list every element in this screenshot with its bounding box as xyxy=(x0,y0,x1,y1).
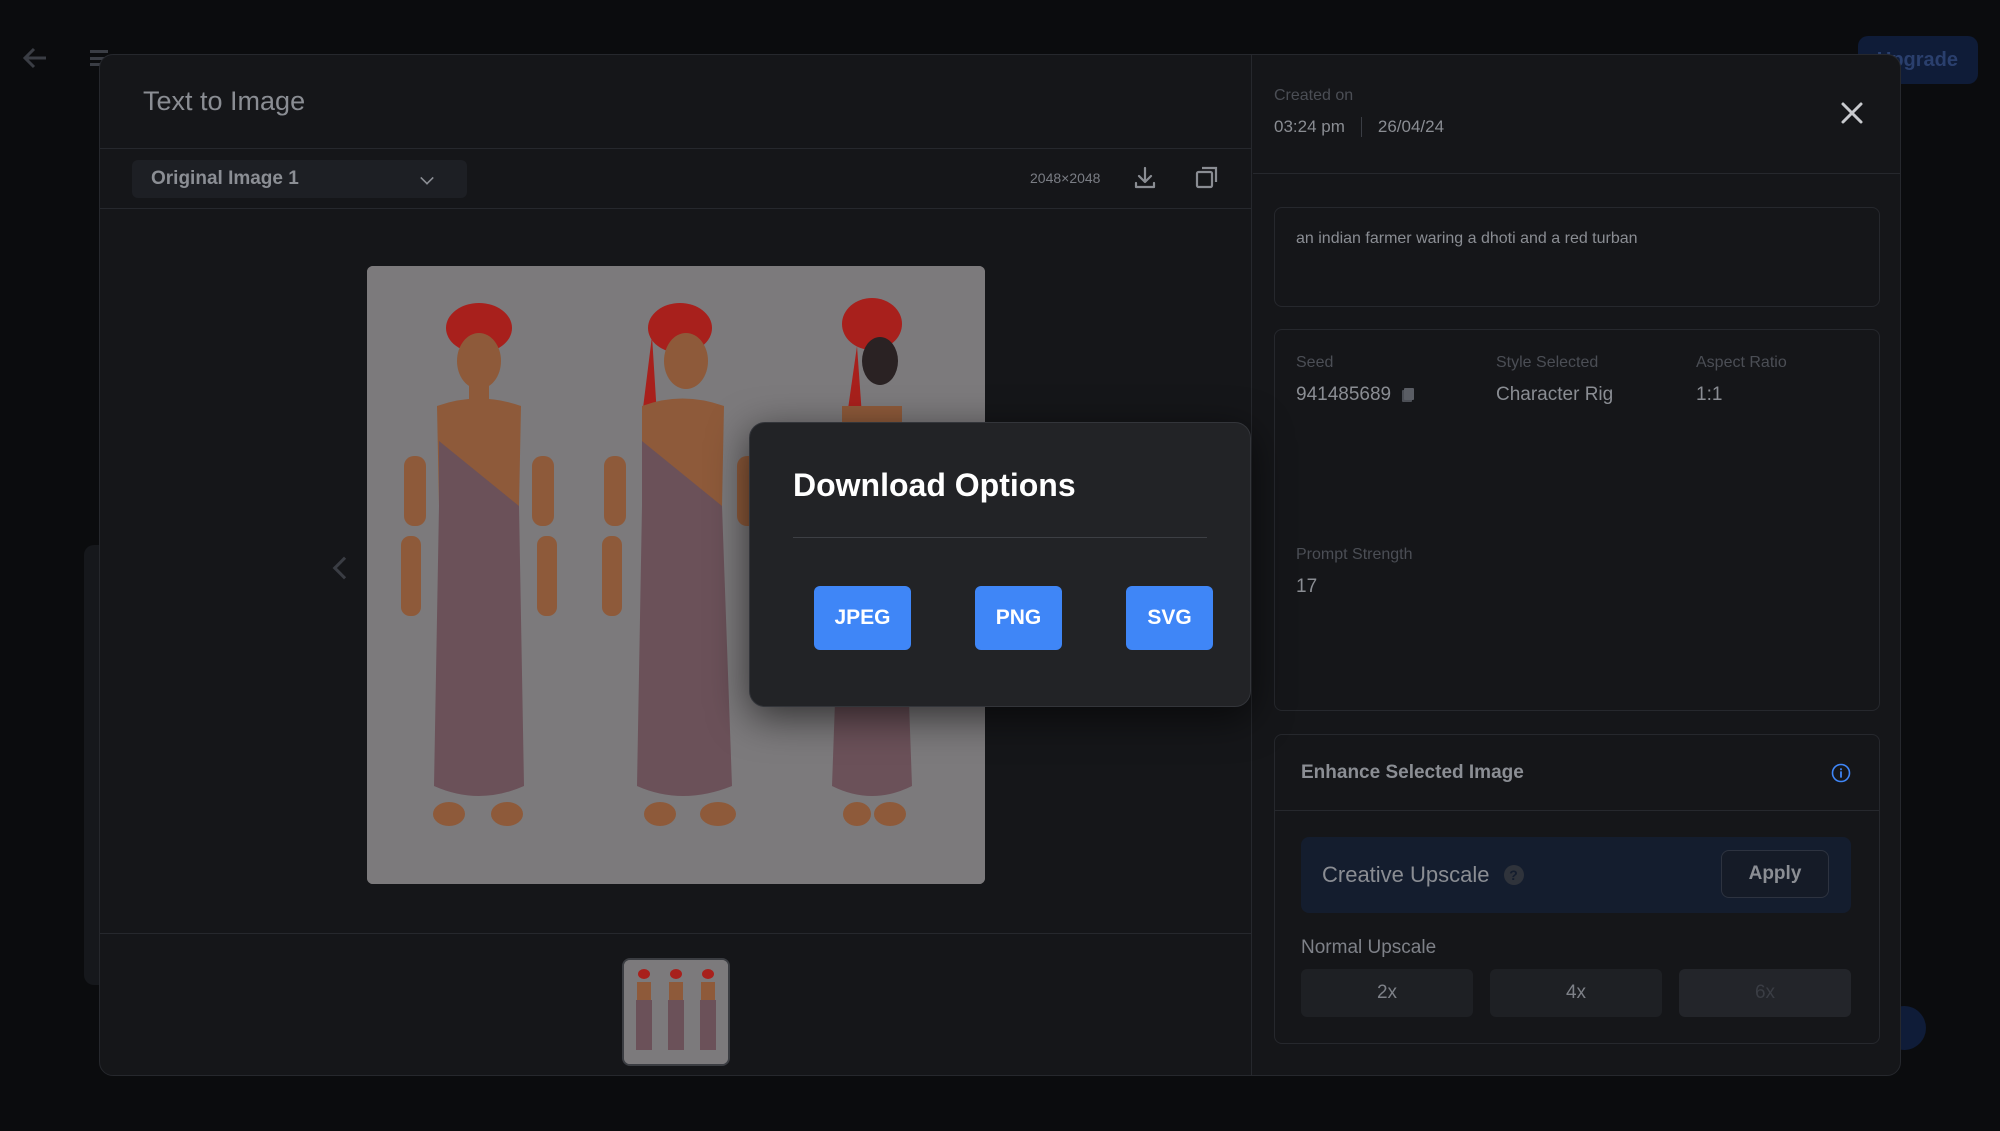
aspect-value: 1:1 xyxy=(1696,384,1723,405)
info-icon[interactable] xyxy=(1831,763,1851,783)
chevron-left-icon[interactable] xyxy=(332,556,356,580)
help-icon[interactable]: ? xyxy=(1503,865,1524,885)
image-toolbar: Original Image 1 2048×2048 xyxy=(100,149,1251,209)
upscale-4x-button[interactable]: 4x xyxy=(1490,969,1662,1017)
seed-value: 941485689 xyxy=(1296,384,1392,405)
image-details-panel: Created on 03:24 pm 26/04/24 an indian f… xyxy=(1253,55,1900,1075)
close-icon[interactable] xyxy=(1838,99,1866,127)
apply-button[interactable]: Apply xyxy=(1721,850,1829,898)
popup-divider xyxy=(793,537,1207,538)
download-svg-button[interactable]: SVG xyxy=(1126,586,1213,650)
created-separator xyxy=(1360,117,1362,137)
copy-icon[interactable] xyxy=(1194,165,1220,191)
copy-seed-icon[interactable] xyxy=(1401,387,1415,403)
style-label: Style Selected xyxy=(1496,354,1599,371)
style-field: Style Selected Character Rig xyxy=(1496,354,1613,406)
enhance-title: Enhance Selected Image xyxy=(1301,761,1524,783)
image-thumbnail[interactable] xyxy=(622,958,730,1066)
download-jpeg-button[interactable]: JPEG xyxy=(814,586,911,650)
created-time: 03:24 pm xyxy=(1274,117,1345,136)
prompt-text: an indian farmer waring a dhoti and a re… xyxy=(1274,207,1880,307)
normal-upscale-label: Normal Upscale xyxy=(1301,937,1437,958)
upscale-2x-button[interactable]: 2x xyxy=(1301,969,1473,1017)
strength-value: 17 xyxy=(1296,576,1318,597)
style-value: Character Rig xyxy=(1496,384,1614,405)
back-arrow-icon xyxy=(22,47,46,69)
created-date: 26/04/24 xyxy=(1377,117,1445,136)
image-dimensions: 2048×2048 xyxy=(1030,170,1101,186)
created-label: Created on xyxy=(1274,87,1354,104)
upscale-6x-button: 6x xyxy=(1679,969,1851,1017)
popup-title: Download Options xyxy=(793,467,1076,503)
modal-header: Text to Image xyxy=(100,55,1251,149)
download-options-popup: Download Options JPEG PNG SVG xyxy=(749,422,1251,707)
strength-field: Prompt Strength 17 xyxy=(1296,546,1413,598)
image-select-label: Original Image 1 xyxy=(151,168,299,189)
modal-title: Text to Image xyxy=(143,86,306,116)
seed-label: Seed xyxy=(1296,354,1334,371)
creative-upscale-row: Creative Upscale ? Apply xyxy=(1301,837,1851,913)
download-png-button[interactable]: PNG xyxy=(975,586,1062,650)
header-divider xyxy=(1253,173,1900,174)
creative-upscale-label: Creative Upscale xyxy=(1322,862,1490,887)
seed-field: Seed 941485689 xyxy=(1296,354,1415,406)
generation-metadata: Seed 941485689 Style Selected Character … xyxy=(1274,329,1880,711)
created-info: Created on 03:24 pm 26/04/24 xyxy=(1274,87,1444,137)
image-select-dropdown[interactable]: Original Image 1 xyxy=(132,160,467,198)
thumbnail-illustration xyxy=(624,960,728,1064)
download-icon[interactable] xyxy=(1132,165,1158,191)
chevron-down-icon xyxy=(420,171,434,185)
strength-label: Prompt Strength xyxy=(1296,546,1413,563)
aspect-label: Aspect Ratio xyxy=(1696,354,1787,371)
aspect-field: Aspect Ratio 1:1 xyxy=(1696,354,1787,406)
enhance-section: Enhance Selected Image Creative Upscale … xyxy=(1274,734,1880,1044)
